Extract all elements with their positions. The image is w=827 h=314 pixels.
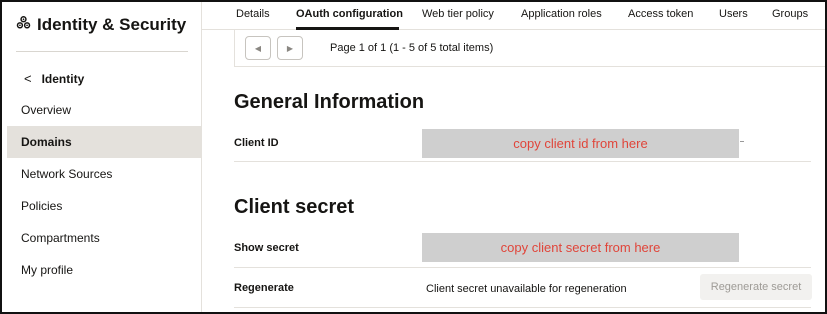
pagination-bar: ◀ ▶ Page 1 of 1 (1 - 5 of 5 total items) (234, 30, 825, 67)
sidebar-item-domains[interactable]: Domains (7, 126, 202, 158)
tab-access-token[interactable]: Access token (628, 8, 693, 20)
next-page-button[interactable]: ▶ (277, 36, 303, 60)
row-divider (234, 307, 811, 308)
show-secret-label: Show secret (234, 242, 299, 254)
sidebar-title: Identity & Security (16, 12, 186, 38)
sidebar-item-label: Compartments (21, 231, 100, 245)
pagination-status: Page 1 of 1 (1 - 5 of 5 total items) (330, 42, 494, 54)
tab-oauth-configuration[interactable]: OAuth configuration (296, 8, 403, 20)
row-divider (234, 161, 811, 162)
sidebar-title-text: Identity & Security (37, 15, 187, 34)
sidebar-divider (16, 51, 188, 52)
gears-icon (16, 15, 31, 35)
sidebar-item-my-profile[interactable]: My profile (7, 254, 202, 286)
tab-details[interactable]: Details (236, 8, 270, 20)
tab-application-roles[interactable]: Application roles (521, 8, 602, 20)
regenerate-label: Regenerate (234, 282, 294, 294)
tab-bar: Details OAuth configuration Web tier pol… (202, 2, 825, 30)
row-divider (234, 267, 811, 268)
page-frame: Identity & Security < Identity Overview … (0, 0, 827, 314)
tab-users[interactable]: Users (719, 8, 748, 20)
client-id-value-redacted[interactable]: copy client id from here (422, 129, 739, 158)
sidebar-item-policies[interactable]: Policies (7, 190, 202, 222)
client-secret-value-redacted[interactable]: copy client secret from here (422, 233, 739, 262)
prev-page-button[interactable]: ◀ (245, 36, 271, 60)
sidebar-item-label: My profile (21, 263, 74, 277)
sidebar-item-label: Overview (21, 103, 72, 117)
client-secret-annotation: copy client secret from here (500, 240, 661, 255)
copy-hint-mark (740, 141, 744, 142)
tab-web-tier-policy[interactable]: Web tier policy (422, 8, 494, 20)
sidebar-item-label: Policies (21, 199, 63, 213)
sidebar-item-network-sources[interactable]: Network Sources (7, 158, 202, 190)
sidebar: Identity & Security < Identity Overview … (2, 2, 202, 312)
sidebar-item-compartments[interactable]: Compartments (7, 222, 202, 254)
client-id-annotation: copy client id from here (513, 136, 648, 151)
client-id-label: Client ID (234, 137, 279, 149)
back-label: Identity (41, 71, 85, 86)
caret-left-icon: ◀ (254, 43, 262, 53)
chevron-left-icon: < (24, 71, 32, 86)
sidebar-item-label: Network Sources (21, 167, 113, 181)
tab-groups[interactable]: Groups (772, 8, 808, 20)
caret-right-icon: ▶ (286, 43, 294, 53)
regenerate-secret-button[interactable]: Regenerate secret (700, 274, 812, 300)
sidebar-item-label: Domains (21, 135, 72, 149)
regenerate-status-text: Client secret unavailable for regenerati… (426, 283, 627, 295)
sidebar-item-overview[interactable]: Overview (7, 94, 202, 126)
general-information-heading: General Information (234, 91, 425, 113)
back-to-identity-link[interactable]: < Identity (24, 71, 84, 86)
client-secret-heading: Client secret (234, 196, 355, 218)
